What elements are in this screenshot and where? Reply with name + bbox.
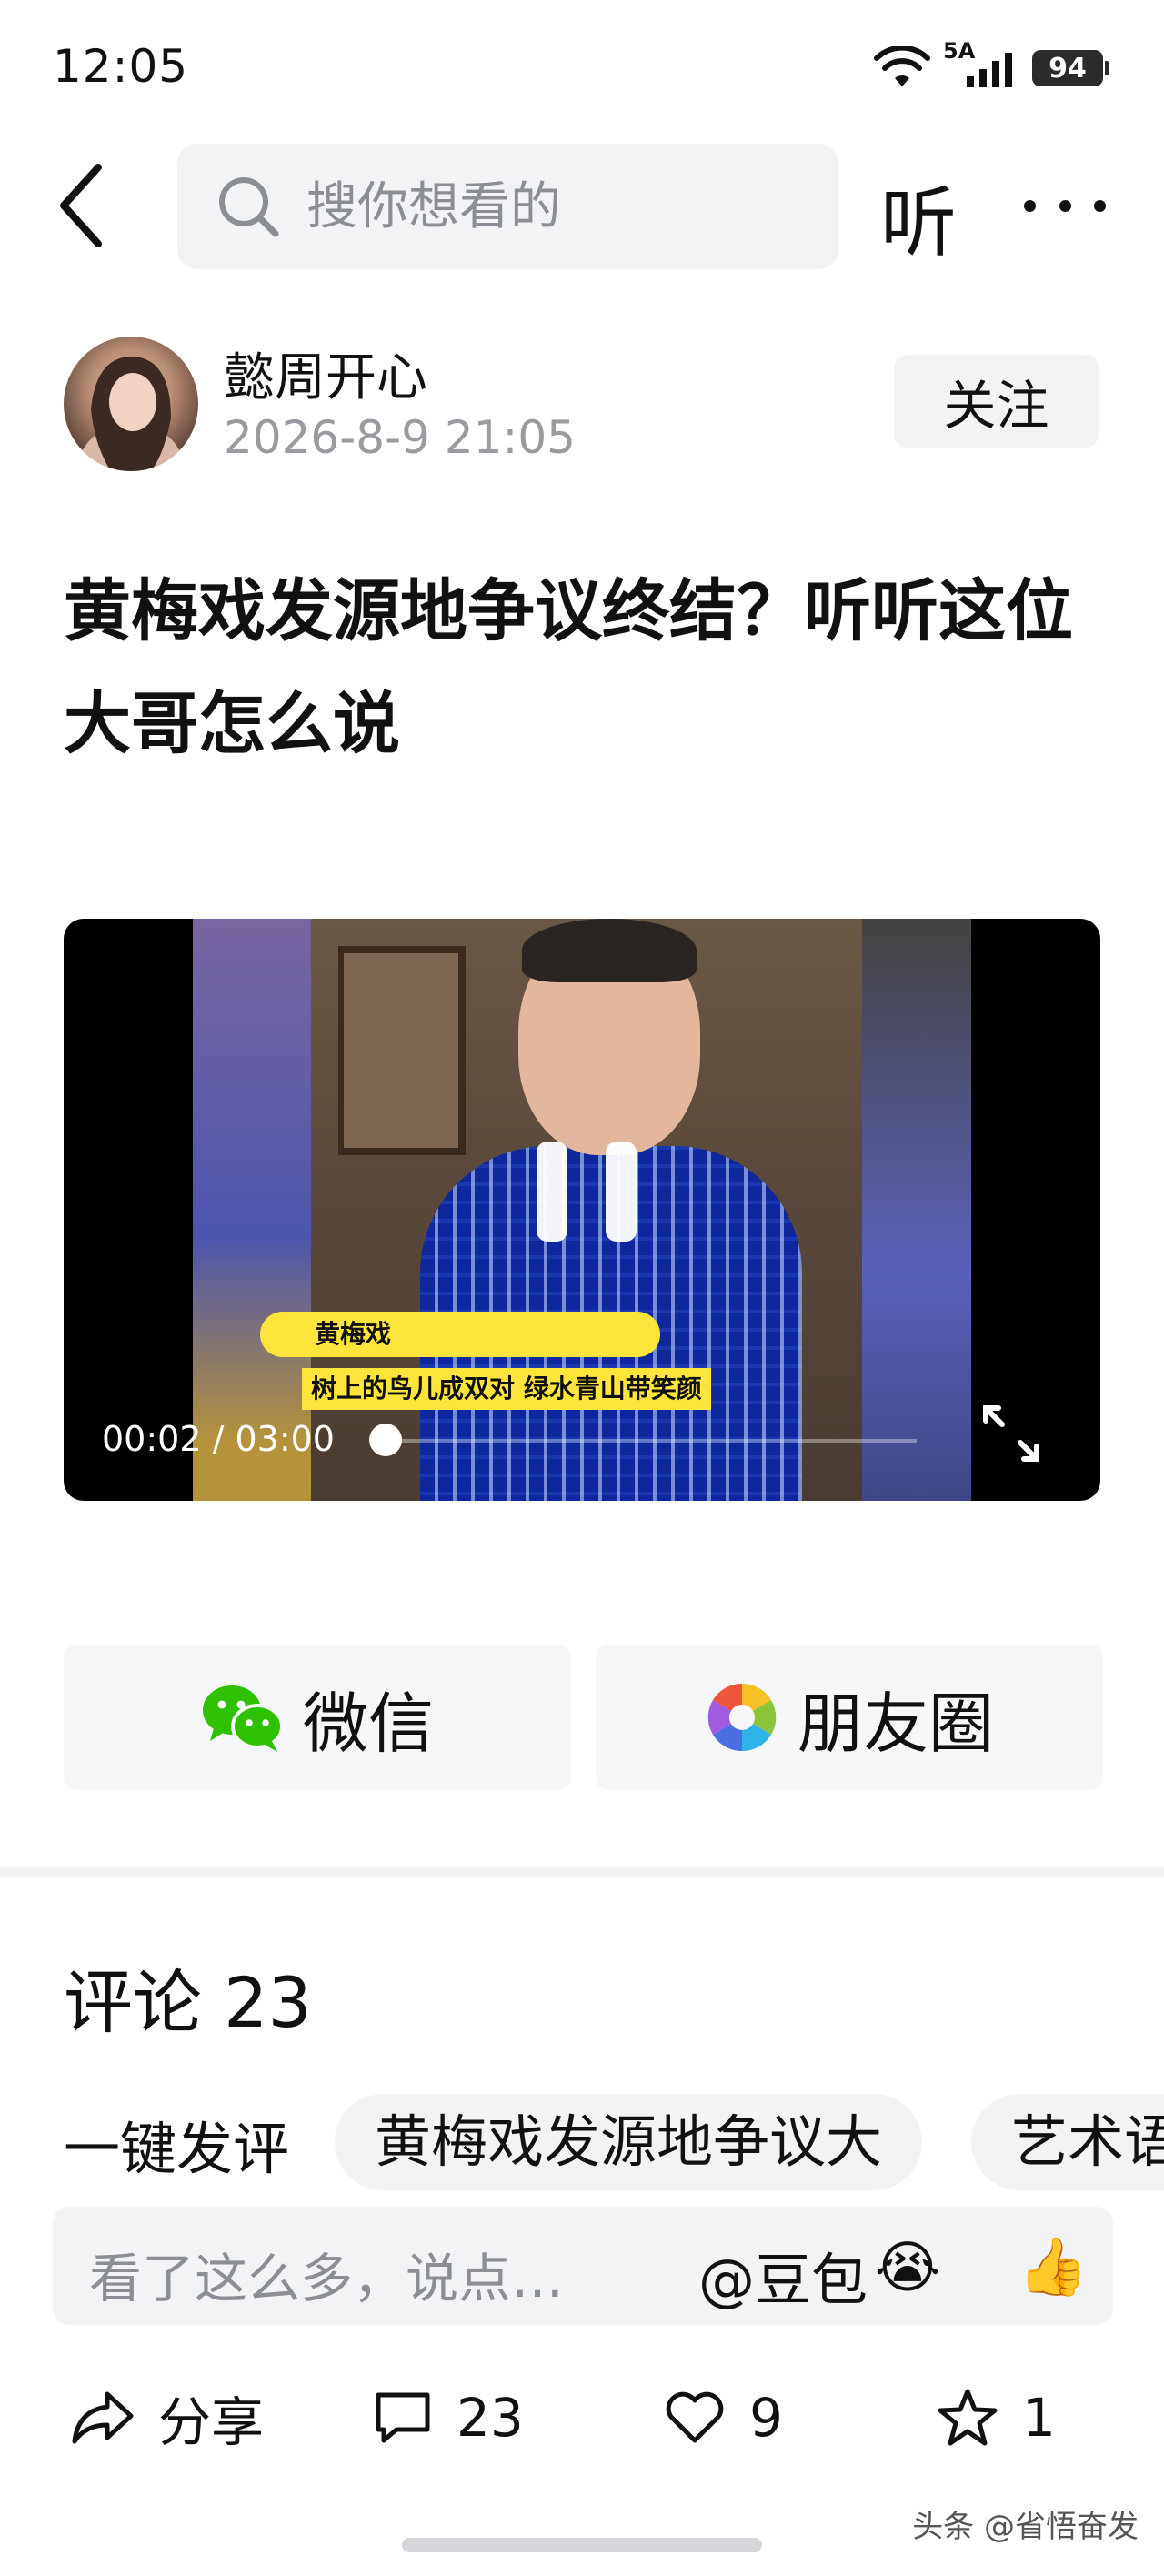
back-button[interactable] (45, 160, 118, 251)
video-player[interactable]: 黄梅戏 树上的鸟儿成双对 绿水青山带笑颜 00:02 / 03:00 (64, 919, 1100, 1501)
star-icon (938, 2389, 998, 2446)
wifi-icon (874, 46, 930, 86)
quick-comment-chip[interactable]: 黄梅戏发源地争议大 (335, 2094, 923, 2190)
pause-icon[interactable] (537, 1142, 637, 1260)
share-wechat-label: 微信 (302, 1685, 434, 1762)
video-time: 00:02 / 03:00 (102, 1419, 335, 1459)
share-icon (72, 2391, 134, 2444)
chevron-left-icon (60, 164, 102, 247)
search-icon (219, 177, 279, 237)
thumbs-up-emoji-icon[interactable]: 👍 (1017, 2230, 1089, 2303)
avatar[interactable] (64, 337, 198, 471)
author-name[interactable]: 懿周开心 (224, 337, 427, 410)
favorite-button[interactable]: 1 (937, 2372, 1056, 2463)
status-time: 12:05 (53, 40, 189, 93)
moments-icon (707, 1683, 777, 1752)
article-title: 黄梅戏发源地争议终结？听听这位大哥怎么说 (64, 572, 1073, 763)
wechat-icon (202, 1685, 284, 1752)
search-bar[interactable] (177, 144, 838, 269)
section-divider (0, 1867, 1164, 1877)
battery-level: 94 (1032, 50, 1103, 86)
follow-button[interactable]: 关注 (894, 355, 1099, 448)
listen-button[interactable]: 听 (880, 162, 957, 272)
share-label: 分享 (158, 2391, 265, 2453)
comment-icon (376, 2392, 430, 2443)
share-button[interactable]: 分享 (71, 2372, 264, 2463)
signal-bars-icon (967, 53, 1012, 87)
progress-track[interactable] (380, 1439, 917, 1443)
status-bar: 12:05 5A 94 (0, 0, 1164, 136)
home-indicator[interactable] (402, 2538, 762, 2552)
battery-icon: 94 (1032, 50, 1109, 86)
share-moments-label: 朋友圈 (797, 1685, 994, 1762)
publish-time: 2026-8-9 21:05 (224, 411, 576, 464)
fullscreen-icon[interactable] (978, 1401, 1044, 1466)
share-moments-button[interactable]: 朋友圈 (596, 1645, 1103, 1790)
quick-comment-chip[interactable]: 艺术语 (971, 2094, 1164, 2190)
heart-icon (666, 2391, 724, 2443)
more-options-icon[interactable] (1024, 178, 1106, 233)
author-header: 懿周开心 2026-8-9 21:05 关注 (0, 327, 1164, 473)
comments-title: 评论 23 (64, 1962, 312, 2043)
doubao-mention-button[interactable]: @豆包 (698, 2234, 868, 2316)
watermark: 头条 @省悟奋发 (912, 2509, 1139, 2545)
cellular-signal-icon: 5A (943, 38, 1019, 91)
crying-emoji-icon[interactable]: 😭 (871, 2230, 944, 2303)
like-button[interactable]: 9 (664, 2372, 783, 2463)
bottom-action-bar: 分享 23 9 1 (0, 2372, 1164, 2463)
comment-input[interactable]: 看了这么多，说点… @豆包 😭 👍 (53, 2207, 1113, 2325)
quick-comment-label[interactable]: 一键发评 (64, 2103, 289, 2185)
video-caption-title: 黄梅戏 (260, 1312, 660, 1357)
status-icons: 5A 94 (874, 38, 1109, 91)
share-wechat-button[interactable]: 微信 (64, 1645, 571, 1790)
quick-comment-row: 一键发评 黄梅戏发源地争议大 艺术语 (0, 2094, 1164, 2194)
video-caption-line: 树上的鸟儿成双对 绿水青山带笑颜 (302, 1368, 711, 1410)
search-input[interactable] (306, 176, 816, 236)
comment-input-placeholder: 看了这么多，说点… (89, 2248, 565, 2309)
like-count: 9 (749, 2387, 783, 2449)
share-row: 微信 朋友圈 (0, 1645, 1164, 1790)
comment-button[interactable]: 23 (373, 2372, 524, 2463)
favorite-count: 1 (1022, 2387, 1056, 2449)
top-nav: 听 (0, 136, 1164, 273)
comment-count: 23 (457, 2387, 524, 2449)
